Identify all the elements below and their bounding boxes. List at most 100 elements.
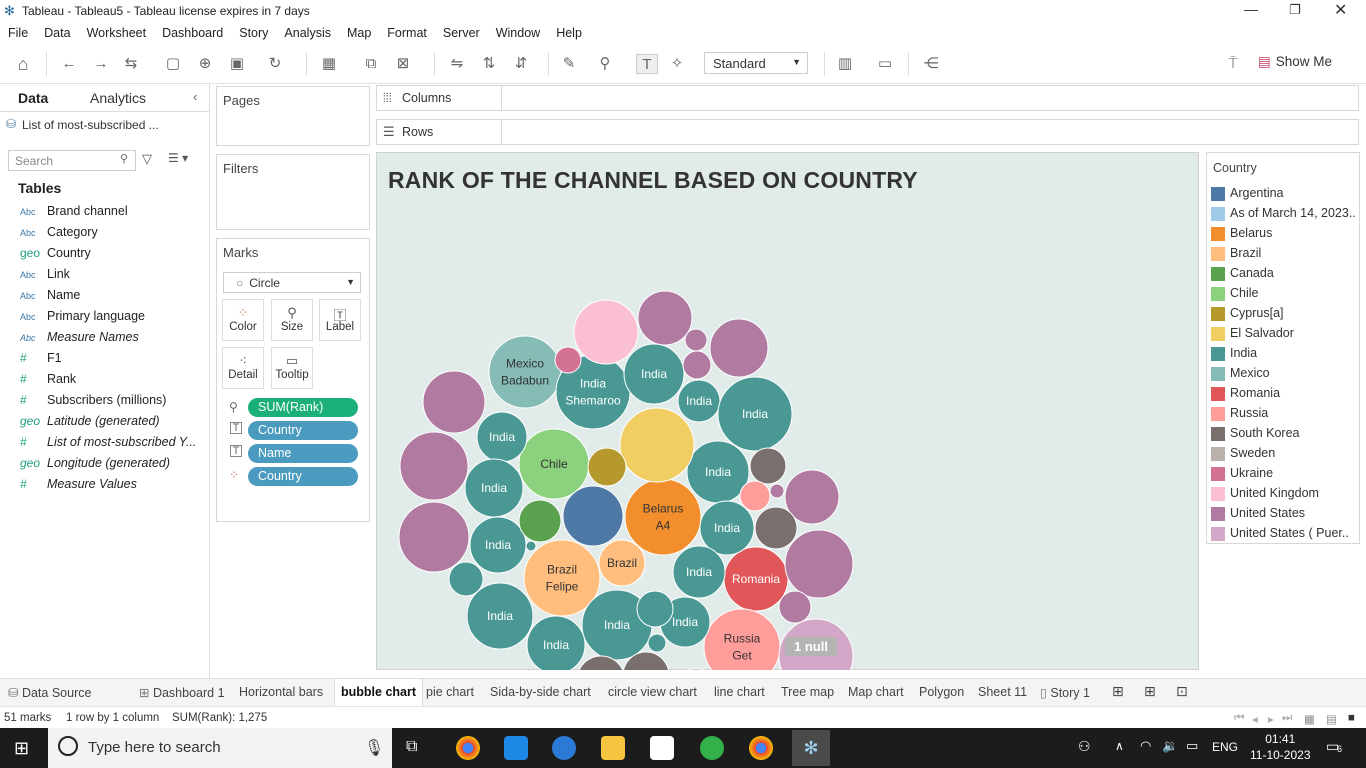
- swap-icon[interactable]: ⇆: [120, 54, 142, 74]
- legend-item[interactable]: United States ( Puer..: [1211, 525, 1359, 544]
- mark-type-dropdown[interactable]: ○ Circle ▼: [223, 272, 361, 293]
- menu-dashboard[interactable]: Dashboard: [154, 22, 231, 40]
- menu-help[interactable]: Help: [548, 22, 590, 40]
- color-button[interactable]: ⁘ Color: [222, 299, 264, 341]
- bubble-mark[interactable]: [749, 447, 787, 485]
- task-view-icon[interactable]: ⧉: [406, 738, 417, 756]
- legend-item[interactable]: Mexico: [1211, 365, 1359, 384]
- bubble-mark[interactable]: [754, 506, 798, 550]
- field-item[interactable]: geo Latitude (generated): [20, 414, 160, 434]
- legend-item[interactable]: Russia: [1211, 405, 1359, 424]
- whatsapp-icon[interactable]: [700, 736, 724, 760]
- wifi-icon[interactable]: ◠: [1140, 738, 1151, 754]
- menu-analysis[interactable]: Analysis: [276, 22, 339, 40]
- save-icon[interactable]: ▢: [162, 54, 184, 74]
- battery-icon[interactable]: ▭: [1186, 738, 1198, 754]
- pill-name-label[interactable]: Name: [248, 444, 358, 463]
- bubble-mark[interactable]: [448, 561, 484, 597]
- tab-line-chart[interactable]: line chart: [714, 685, 765, 699]
- bubble-mark[interactable]: [619, 407, 695, 483]
- first-page-icon[interactable]: ⏮: [1234, 712, 1244, 725]
- bubble-mark[interactable]: [682, 350, 712, 380]
- bubble-mark[interactable]: [422, 370, 486, 434]
- bubble-mark[interactable]: [525, 540, 537, 552]
- field-item[interactable]: geo Country: [20, 246, 91, 266]
- field-item[interactable]: Abc Measure Names: [20, 330, 139, 350]
- legend-item[interactable]: El Salvador: [1211, 325, 1359, 344]
- tab-data-source[interactable]: ⛁ Data Source: [8, 685, 91, 700]
- labels-icon[interactable]: T: [636, 54, 658, 74]
- redo-icon[interactable]: →: [90, 54, 112, 74]
- bubble-mark[interactable]: [684, 328, 708, 352]
- bubble-mark[interactable]: [778, 590, 812, 624]
- tab-view-icon[interactable]: ■: [1348, 712, 1355, 724]
- bubble-mark[interactable]: [399, 431, 469, 501]
- tab-pie-chart[interactable]: pie chart: [426, 685, 474, 699]
- share-icon[interactable]: ⋲: [920, 54, 942, 74]
- detail-button[interactable]: ⁖ Detail: [222, 347, 264, 389]
- field-item[interactable]: # Rank: [20, 372, 76, 392]
- presentation-icon[interactable]: ▭: [874, 54, 896, 74]
- tab-story-1[interactable]: ▯ Story 1: [1040, 685, 1090, 700]
- legend-item[interactable]: Chile: [1211, 285, 1359, 304]
- field-item[interactable]: # F1: [20, 351, 62, 371]
- rows-shelf[interactable]: ☰ Rows: [376, 119, 1359, 145]
- pill-country-label[interactable]: Country: [248, 421, 358, 440]
- bubble-mark[interactable]: [488, 335, 562, 409]
- field-item[interactable]: Abc Brand channel: [20, 204, 128, 224]
- new-story-tab-icon[interactable]: ⊡: [1176, 683, 1188, 700]
- menu-file[interactable]: File: [0, 22, 36, 40]
- tableau-taskbar-icon[interactable]: ✻: [792, 730, 830, 766]
- bubble-mark[interactable]: [636, 590, 674, 628]
- windows-start-icon[interactable]: ⊞: [14, 738, 29, 759]
- prev-page-icon[interactable]: ◂: [1252, 712, 1258, 726]
- bubble-mark[interactable]: [573, 299, 639, 365]
- tab-circle-view-chart[interactable]: circle view chart: [608, 685, 697, 699]
- bubble-mark[interactable]: [554, 346, 582, 374]
- legend-item[interactable]: United States: [1211, 505, 1359, 524]
- file-explorer-icon[interactable]: [601, 736, 625, 760]
- tooltip-button[interactable]: ▭ Tooltip: [271, 347, 313, 389]
- collapse-pane-icon[interactable]: ‹: [193, 89, 197, 104]
- bubble-mark[interactable]: [769, 483, 785, 499]
- pill-country-color[interactable]: Country: [248, 467, 358, 486]
- tab-sheet-11[interactable]: Sheet 11: [978, 685, 1027, 699]
- label-button[interactable]: 🅃 Label: [319, 299, 361, 341]
- legend-item[interactable]: South Korea: [1211, 425, 1359, 444]
- legend-item[interactable]: India: [1211, 345, 1359, 364]
- mail-icon[interactable]: [504, 736, 528, 760]
- fit-dropdown[interactable]: Standard ▼: [704, 52, 808, 74]
- menu-data[interactable]: Data: [36, 22, 78, 40]
- tab-bubble-chart[interactable]: bubble chart: [334, 679, 424, 707]
- tab-tree-map[interactable]: Tree map: [781, 685, 834, 699]
- field-item[interactable]: # List of most-subscribed Y...: [20, 435, 196, 455]
- legend-item[interactable]: Canada: [1211, 265, 1359, 284]
- field-item[interactable]: # Measure Values: [20, 477, 137, 497]
- bubble-mark[interactable]: [624, 478, 702, 556]
- tab-horizontal-bars[interactable]: Horizontal bars: [239, 685, 323, 699]
- menu-story[interactable]: Story: [231, 22, 276, 40]
- chevron-up-icon[interactable]: ∧: [1115, 739, 1124, 753]
- legend-item[interactable]: Ukraine: [1211, 465, 1359, 484]
- show-cards-icon[interactable]: ▥: [834, 54, 856, 74]
- tab-dashboard-1[interactable]: ⊞ Dashboard 1: [139, 685, 225, 700]
- pause-icon[interactable]: ▣: [226, 54, 248, 74]
- clear-sheet-icon[interactable]: ⊠: [392, 54, 414, 74]
- home-icon[interactable]: ⌂: [12, 54, 34, 74]
- bubble-mark[interactable]: [709, 318, 769, 378]
- tab-analytics[interactable]: Analytics: [90, 90, 146, 106]
- legend-item[interactable]: Belarus: [1211, 225, 1359, 244]
- taskbar-search-input[interactable]: Type here to search 🎙: [48, 728, 392, 768]
- next-page-icon[interactable]: ▸: [1268, 712, 1274, 726]
- legend-item[interactable]: Argentina: [1211, 185, 1359, 204]
- tab-map-chart[interactable]: Map chart: [848, 685, 904, 699]
- bubble-mark[interactable]: [562, 485, 624, 547]
- null-indicator[interactable]: 1 null: [785, 637, 837, 656]
- menu-server[interactable]: Server: [435, 22, 488, 40]
- field-item[interactable]: Abc Category: [20, 225, 98, 245]
- microphone-icon[interactable]: 🎙: [364, 738, 384, 758]
- legend-item[interactable]: Romania: [1211, 385, 1359, 404]
- filters-card[interactable]: Filters: [216, 154, 370, 230]
- people-icon[interactable]: ⚇: [1078, 738, 1091, 755]
- legend-item[interactable]: United Kingdom: [1211, 485, 1359, 504]
